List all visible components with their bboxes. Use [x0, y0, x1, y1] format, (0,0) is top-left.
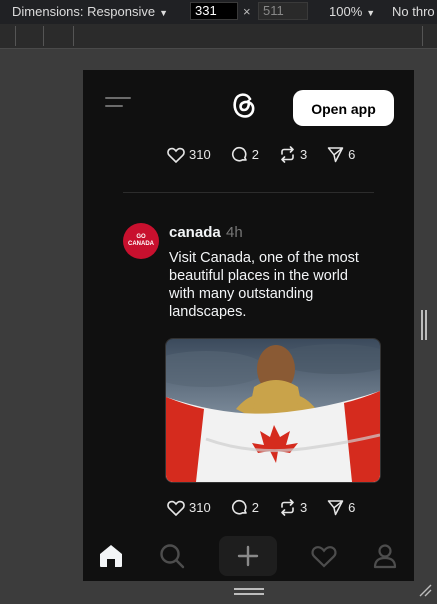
like-button[interactable]: 310 [167, 500, 211, 516]
width-input[interactable]: 331 [190, 2, 238, 20]
share-count: 6 [348, 500, 356, 515]
dimensions-label: Dimensions: Responsive [12, 4, 156, 19]
comment-icon [231, 147, 247, 162]
device-viewport: Open app 310 2 3 6 GO CANADA canada 4h V… [83, 70, 414, 581]
avatar[interactable]: GO CANADA [123, 223, 159, 259]
throttle-label: No thro [392, 4, 435, 19]
times-separator: × [243, 4, 251, 19]
profile-icon [373, 544, 397, 569]
post-username[interactable]: canada [169, 224, 221, 241]
repost-icon [281, 499, 294, 516]
nav-profile[interactable] [365, 536, 405, 576]
throttle-dropdown[interactable]: No thro [392, 4, 435, 19]
like-count: 310 [189, 500, 211, 515]
home-icon [100, 545, 122, 567]
heart-icon [167, 147, 185, 163]
previous-post-actions: 310 2 3 6 [167, 146, 375, 163]
ruler-mark [43, 26, 44, 46]
send-icon [327, 500, 344, 516]
repost-count: 3 [299, 147, 308, 162]
dropdown-arrow-icon: ▼ [159, 8, 168, 18]
avatar-text-go: GO [136, 234, 146, 240]
zoom-label: 100% [329, 4, 363, 19]
post-divider [123, 192, 374, 193]
heart-icon [167, 500, 185, 516]
reply-button[interactable]: 2 [231, 146, 259, 163]
app-header: Open app [83, 70, 414, 140]
bottom-nav [83, 532, 414, 581]
height-input[interactable]: 511 [258, 2, 308, 20]
comment-icon [231, 500, 247, 515]
zoom-dropdown[interactable]: 100% ▼ [329, 4, 375, 19]
like-button[interactable]: 310 [167, 147, 211, 163]
threads-logo-icon[interactable] [230, 90, 258, 120]
send-icon [327, 147, 344, 163]
like-count: 310 [189, 147, 211, 162]
nav-search[interactable] [152, 536, 192, 576]
reply-count: 2 [251, 147, 259, 162]
ruler-mark [15, 26, 16, 46]
plus-icon [237, 545, 259, 567]
post-timestamp: 4h [226, 224, 243, 241]
ruler-mark [422, 26, 423, 46]
menu-icon[interactable] [105, 97, 131, 109]
avatar-text-canada: CANADA [128, 241, 154, 247]
corner-resize-handle[interactable] [418, 583, 432, 597]
share-button[interactable]: 6 [327, 146, 355, 163]
share-button[interactable]: 6 [327, 499, 355, 516]
repost-button[interactable]: 3 [279, 499, 307, 516]
repost-count: 3 [299, 500, 308, 515]
dimensions-dropdown[interactable]: Dimensions: Responsive ▼ [12, 4, 168, 19]
post-image[interactable] [165, 338, 381, 483]
heart-icon [311, 545, 337, 568]
width-resize-handle[interactable] [421, 310, 427, 340]
nav-home[interactable] [91, 536, 131, 576]
post-actions: 310 2 3 6 [167, 499, 375, 516]
repost-icon [281, 146, 294, 163]
devtools-toolbar: Dimensions: Responsive ▼ 331 × 511 100% ▼ … [0, 0, 437, 24]
nav-create-button[interactable] [219, 536, 277, 576]
post-text: Visit Canada, one of the most beautiful … [169, 250, 359, 320]
search-icon [160, 544, 185, 569]
reply-button[interactable]: 2 [231, 499, 259, 516]
ruler-mark [73, 26, 74, 46]
open-app-button[interactable]: Open app [293, 90, 394, 126]
height-resize-handle[interactable] [234, 588, 264, 596]
device-ruler [0, 24, 437, 49]
reply-count: 2 [251, 500, 259, 515]
dropdown-arrow-icon: ▼ [366, 8, 376, 18]
repost-button[interactable]: 3 [279, 146, 307, 163]
nav-activity[interactable] [304, 536, 344, 576]
share-count: 6 [348, 147, 356, 162]
